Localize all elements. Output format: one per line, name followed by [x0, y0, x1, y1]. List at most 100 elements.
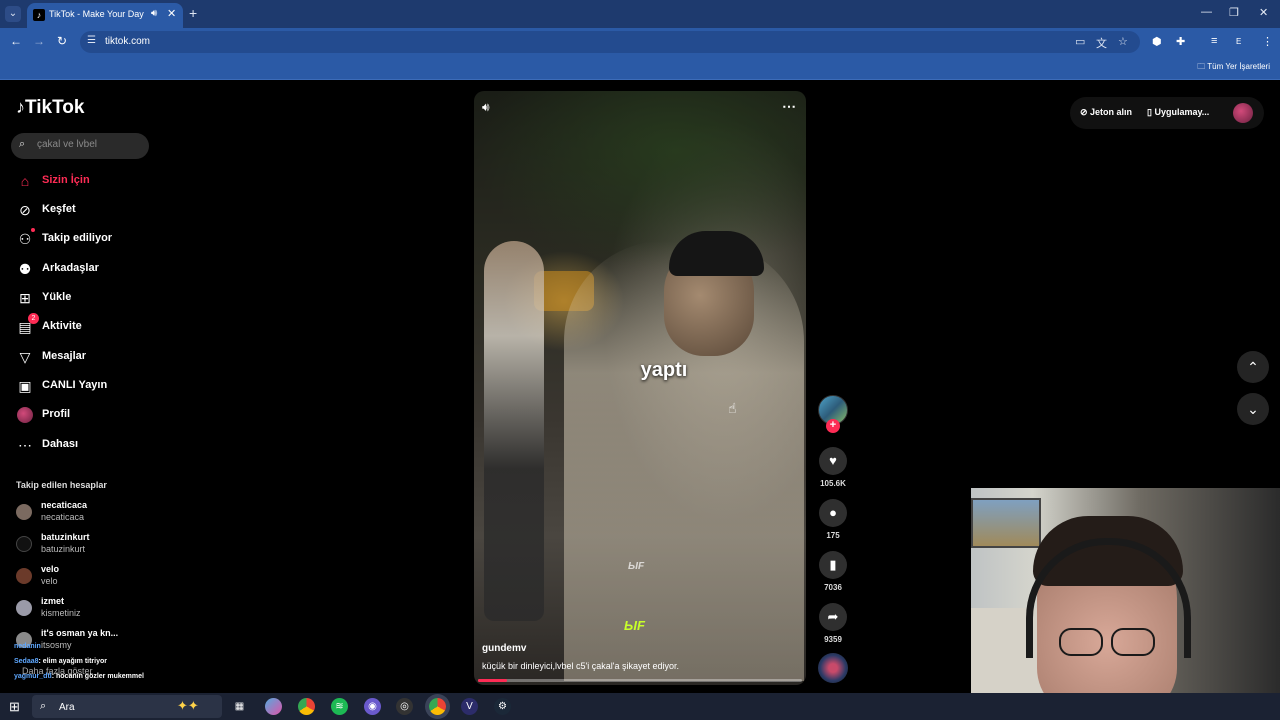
back-icon[interactable]: ←	[10, 34, 22, 48]
avatar	[16, 504, 32, 520]
account-name: velo	[41, 576, 58, 586]
browser-tab[interactable]: ♪ TikTok - Make Your Day 🔊︎ ✕	[27, 3, 183, 28]
video-description: küçük bir dinleyici,lvbel c5'i çakal'a ş…	[482, 661, 680, 671]
chrome-active-icon[interactable]	[429, 698, 446, 715]
webcam-glasses	[1059, 628, 1103, 656]
video-player[interactable]: 🔊︎ ⋯ yaptı ЫF ЫF gundemv küçük bir dinle…	[474, 91, 806, 685]
minimize-icon[interactable]: —	[1201, 6, 1212, 18]
nav-friends[interactable]: ⚉ Arkadaşlar	[16, 258, 156, 280]
followed-account[interactable]: velo velo	[16, 564, 166, 590]
nav-upload[interactable]: ⊞ Yükle	[16, 287, 156, 309]
tab-search-button[interactable]: ⌄	[5, 6, 21, 22]
profile-icon[interactable]: E	[1236, 37, 1241, 46]
nav-label: CANLI Yayın	[42, 379, 108, 391]
spotify-icon[interactable]: ≋	[331, 698, 348, 715]
tiktok-favicon-icon: ♪	[33, 9, 45, 21]
forward-icon[interactable]: →	[33, 34, 45, 48]
account-username: batuzinkurt	[41, 532, 90, 542]
taskbar-search[interactable]: ⌕ Ara ✦✦	[32, 695, 222, 718]
app-label: Uygulamay...	[1154, 107, 1210, 117]
nav-activity[interactable]: ▤ 2 Aktivite	[16, 313, 156, 338]
share-icon: ➦	[819, 603, 847, 631]
avatar	[16, 568, 32, 584]
friends-icon: ⚉	[18, 261, 32, 277]
shield-extension-icon[interactable]: ⬢	[1152, 35, 1162, 48]
sparkle-icon: ✦✦	[177, 698, 199, 713]
restore-icon[interactable]: ❐	[1229, 6, 1239, 19]
profile-icon	[17, 407, 33, 423]
nav-following[interactable]: ⚇ Takip ediliyor	[16, 228, 156, 250]
comment-count: 175	[826, 531, 840, 540]
next-video-button[interactable]: ⌄	[1237, 393, 1269, 425]
search-icon[interactable]: ⌕	[19, 138, 25, 151]
volume-icon[interactable]: 🔊︎	[482, 100, 490, 115]
nav-profile[interactable]: Profil	[16, 404, 156, 426]
bookmark-folder-label: Tüm Yer İşaretleri	[1207, 62, 1270, 71]
get-app-button[interactable]: ▯ Uygulamay...	[1147, 107, 1209, 118]
chat-user: Sedaa8	[14, 658, 39, 665]
webcam-overlay	[971, 488, 1280, 720]
search-box[interactable]: ⌕	[11, 133, 149, 159]
followed-account[interactable]: izmet kismetiniz	[16, 596, 166, 622]
user-avatar[interactable]	[1233, 103, 1253, 123]
nav-for-you[interactable]: ⌂ Sizin İçin	[16, 170, 156, 192]
steam-icon[interactable]: ⚙	[494, 698, 511, 715]
vpn-icon[interactable]: V	[461, 698, 478, 715]
chat-user: yagmur_dtl	[14, 673, 52, 680]
chrome-icon[interactable]	[298, 698, 315, 715]
task-view-icon[interactable]: ▦	[231, 698, 248, 715]
nav-live[interactable]: ▣ CANLI Yayın	[16, 375, 156, 397]
site-info-icon[interactable]: ☰	[87, 35, 96, 46]
close-icon[interactable]: ✕	[167, 7, 176, 20]
video-progress-bar[interactable]	[478, 679, 802, 682]
obs-icon[interactable]: ◎	[396, 698, 413, 715]
share-button[interactable]: ➦ 9359	[818, 603, 848, 644]
translate-icon[interactable]: 文	[1096, 35, 1107, 51]
copilot-icon[interactable]	[265, 698, 282, 715]
compass-icon: ⊘	[19, 202, 31, 218]
search-input[interactable]	[37, 139, 143, 150]
windows-start-icon[interactable]: ⊞	[9, 699, 20, 715]
all-bookmarks-folder[interactable]: 🗀︎ Tüm Yer İşaretleri	[1197, 61, 1270, 75]
like-button[interactable]: ♥ 105.6K	[818, 447, 848, 488]
activity-badge: 2	[28, 313, 39, 324]
nav-label: Sizin İçin	[42, 174, 90, 186]
new-tab-button[interactable]: +	[189, 5, 197, 21]
comment-icon: ●	[819, 499, 847, 527]
menu-kebab-icon[interactable]: ⋮	[1262, 35, 1273, 48]
save-button[interactable]: ▮ 7036	[818, 551, 848, 592]
account-name: kismetiniz	[41, 608, 81, 618]
nav-label: Aktivite	[42, 320, 82, 332]
nav-more[interactable]: ⋯ Dahası	[16, 434, 156, 456]
chat-text: : hocanin gözler mukemmel	[51, 673, 144, 680]
followed-account[interactable]: batuzinkurt batuzinkurt	[16, 532, 166, 558]
address-bar[interactable]: ☰ tiktok.com ▭ 文 ☆	[80, 31, 1140, 53]
speaker-icon[interactable]: 🔊︎	[151, 8, 157, 19]
browser-tab-bar: ⌄ ♪ TikTok - Make Your Day 🔊︎ ✕ + — ❐ ✕	[0, 0, 1280, 28]
nav-explore[interactable]: ⊘ Keşfet	[16, 199, 156, 221]
account-username: izmet	[41, 596, 65, 606]
cast-icon[interactable]: ▭	[1075, 35, 1085, 48]
comment-button[interactable]: ● 175	[818, 499, 848, 540]
bookmark-star-icon[interactable]: ☆	[1118, 35, 1128, 48]
media-control-icon[interactable]: ≡	[1211, 35, 1217, 47]
video-author[interactable]: gundemv	[482, 643, 526, 654]
discord-icon[interactable]: ◉	[364, 698, 381, 715]
get-coins-button[interactable]: ⊘ Jeton alın	[1080, 107, 1132, 118]
music-disc[interactable]	[818, 653, 848, 683]
nav-label: Arkadaşlar	[42, 262, 99, 274]
followed-account[interactable]: necaticaca necaticaca	[16, 500, 166, 526]
followed-account[interactable]: it's osman ya kn... itsosmy	[16, 628, 166, 654]
following-section-title: Takip edilen hesaplar	[16, 480, 107, 490]
window-close-icon[interactable]: ✕	[1259, 6, 1268, 19]
nav-messages[interactable]: ▽ Mesajlar	[16, 346, 156, 368]
extensions-icon[interactable]: ✚	[1176, 35, 1185, 48]
follow-plus-icon[interactable]: +	[826, 419, 840, 433]
logo-text: TikTok	[25, 97, 85, 118]
previous-video-button[interactable]: ⌃	[1237, 351, 1269, 383]
like-count: 105.6K	[820, 479, 846, 488]
tiktok-logo[interactable]: ♪TikTok	[16, 97, 84, 119]
video-more-icon[interactable]: ⋯	[782, 98, 796, 115]
reload-icon[interactable]: ↻	[57, 34, 67, 48]
account-name: necaticaca	[41, 512, 85, 522]
